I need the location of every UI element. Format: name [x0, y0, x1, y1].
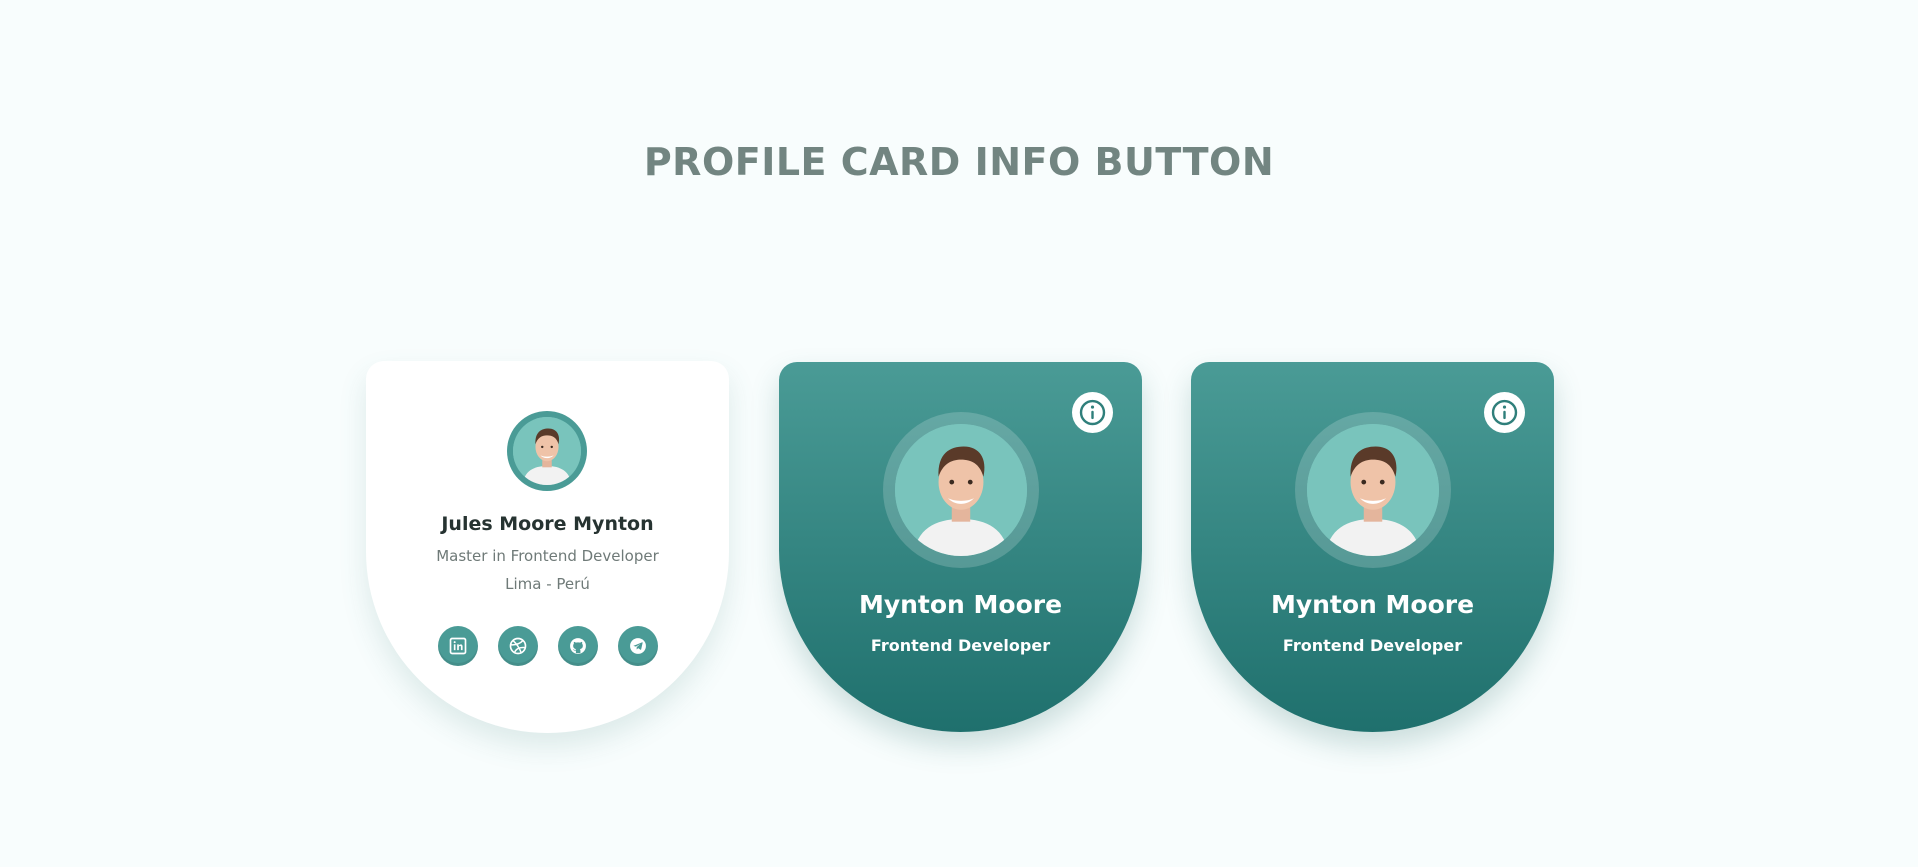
social-links	[366, 626, 729, 666]
profile-role: Frontend Developer	[1282, 636, 1463, 655]
page-title: PROFILE CARD INFO BUTTON	[643, 140, 1275, 184]
avatar	[1295, 412, 1451, 568]
profile-name: Jules Moore Mynton	[441, 513, 654, 535]
profile-card: Mynton Moore Frontend Developer	[779, 362, 1142, 732]
linkedin-button[interactable]	[437, 626, 478, 666]
linkedin-icon	[449, 637, 466, 655]
avatar-photo	[513, 417, 581, 485]
telegram-icon	[629, 638, 646, 654]
profile-name: Mynton Moore	[858, 590, 1063, 619]
profile-card: Mynton Moore Frontend Developer	[1191, 362, 1554, 732]
avatar	[883, 412, 1039, 568]
github-button[interactable]	[557, 626, 598, 666]
profile-role: Frontend Developer	[870, 636, 1051, 655]
info-icon	[1491, 399, 1518, 426]
dribbble-icon	[509, 637, 526, 655]
profile-card-open: Jules Moore Mynton Master in Frontend De…	[366, 361, 729, 733]
profile-role: Master in Frontend Developer	[436, 547, 659, 565]
telegram-button[interactable]	[617, 626, 658, 666]
info-button[interactable]	[1484, 392, 1525, 433]
avatar-photo	[1307, 424, 1439, 556]
info-icon	[1079, 399, 1106, 426]
info-button[interactable]	[1072, 392, 1113, 433]
profile-name: Mynton Moore	[1270, 590, 1475, 619]
dribbble-button[interactable]	[497, 626, 538, 666]
profile-location: Lima - Perú	[505, 575, 590, 593]
avatar-photo	[895, 424, 1027, 556]
github-icon	[569, 638, 586, 654]
avatar	[507, 411, 587, 491]
